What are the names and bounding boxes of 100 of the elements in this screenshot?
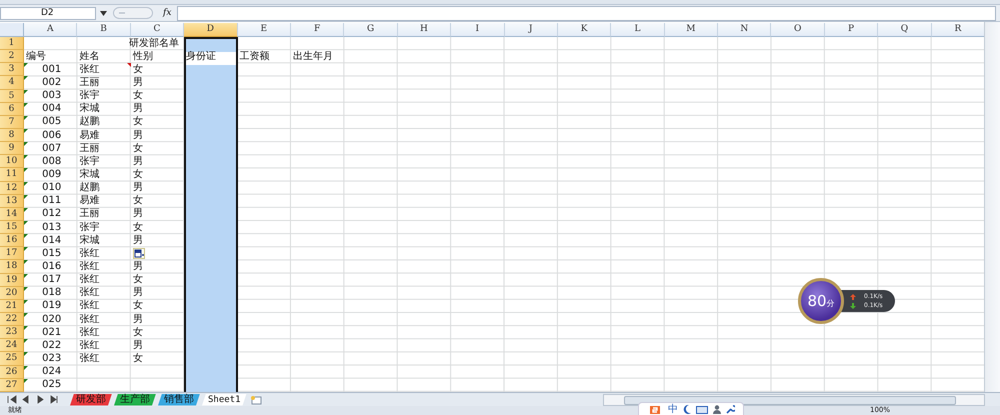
table-cell: 012 xyxy=(42,208,62,220)
formula-input[interactable] xyxy=(177,6,996,20)
column-header[interactable]: K xyxy=(558,23,612,37)
column-header[interactable]: L xyxy=(611,23,665,37)
column-header[interactable]: O xyxy=(771,23,825,37)
table-cell: 赵鹏 xyxy=(79,116,100,128)
table-cell: 009 xyxy=(42,168,62,181)
table-cell: 男 xyxy=(132,103,143,116)
row-header[interactable]: 11 xyxy=(0,168,24,182)
row-header[interactable]: 16 xyxy=(0,234,24,248)
row-header[interactable]: 3 xyxy=(0,63,24,76)
column-header[interactable]: F xyxy=(290,23,344,37)
table-cell: 025 xyxy=(42,379,62,392)
table-cell: 张红 xyxy=(79,326,100,339)
table-cell: 女 xyxy=(132,195,143,208)
function-label[interactable]: fx xyxy=(163,8,172,18)
table-cell: 女 xyxy=(132,300,143,312)
sheet-tab[interactable]: 生产部 xyxy=(114,394,156,406)
table-cell: 024 xyxy=(42,366,62,378)
table-cell: 编号 xyxy=(26,50,46,63)
column-header[interactable]: B xyxy=(77,23,131,37)
row-header[interactable]: 20 xyxy=(0,286,24,300)
column-header[interactable]: G xyxy=(344,23,398,37)
table-cell: 女 xyxy=(132,90,143,102)
column-header[interactable]: J xyxy=(504,23,558,37)
row-header[interactable]: 7 xyxy=(0,116,24,129)
row-header[interactable]: 19 xyxy=(0,274,24,287)
moon-icon[interactable] xyxy=(683,405,691,414)
row-header[interactable]: 27 xyxy=(0,378,24,392)
column-header[interactable]: I xyxy=(451,23,505,37)
column-header[interactable]: Q xyxy=(878,23,932,37)
table-cell: 男 xyxy=(132,314,143,326)
table-cell: 男 xyxy=(132,76,143,89)
column-header[interactable]: N xyxy=(718,23,772,37)
row-header[interactable]: 13 xyxy=(0,194,24,208)
sheet-tab[interactable]: 研发部 xyxy=(70,394,112,406)
row-header[interactable]: 12 xyxy=(0,182,24,195)
column-header[interactable]: D xyxy=(184,23,238,37)
horizontal-scrollbar[interactable] xyxy=(603,394,985,406)
row-header[interactable]: 15 xyxy=(0,220,24,234)
table-cell: 王丽 xyxy=(79,142,100,155)
column-header[interactable]: A xyxy=(24,23,78,37)
table-cell: 014 xyxy=(42,234,62,247)
row-header[interactable]: 23 xyxy=(0,326,24,340)
table-cell: 002 xyxy=(42,76,62,89)
download-arrow-icon xyxy=(850,302,856,308)
table-cell: 女 xyxy=(132,168,143,181)
new-sheet-icon[interactable] xyxy=(248,394,263,404)
row-header[interactable]: 17 xyxy=(0,247,24,260)
row-header[interactable]: 1 xyxy=(0,37,24,50)
upload-arrow-icon xyxy=(850,294,856,300)
table-cell: 017 xyxy=(42,274,62,286)
row-header[interactable]: 21 xyxy=(0,300,24,313)
row-header[interactable]: 25 xyxy=(0,352,24,366)
sheet-tab[interactable]: 销售部 xyxy=(158,394,200,406)
row-header[interactable]: 18 xyxy=(0,260,24,274)
table-cell: 016 xyxy=(42,260,62,273)
table-cell: 018 xyxy=(42,287,62,300)
row-header[interactable]: 6 xyxy=(0,102,24,116)
ime-mode[interactable]: 中 xyxy=(668,404,678,415)
table-cell: 男 xyxy=(132,234,143,247)
table-cell: 011 xyxy=(42,195,62,208)
row-header[interactable]: 14 xyxy=(0,208,24,221)
table-cell: 王丽 xyxy=(79,76,100,89)
row-header[interactable]: 10 xyxy=(0,155,24,168)
table-cell: 男 xyxy=(132,182,143,194)
table-cell: 张宇 xyxy=(79,90,100,102)
ime-toolbar[interactable]: 中 xyxy=(638,402,744,415)
column-header[interactable]: P xyxy=(824,23,878,37)
table-cell: 张红 xyxy=(79,300,100,312)
row-header[interactable]: 22 xyxy=(0,312,24,326)
table-cell: 易难 xyxy=(79,195,100,208)
table-cell: 004 xyxy=(42,103,62,116)
vertical-scrollbar[interactable] xyxy=(984,22,1000,392)
row-header[interactable]: 26 xyxy=(0,366,24,379)
name-box[interactable]: D2 xyxy=(0,6,96,20)
row-header[interactable]: 5 xyxy=(0,90,24,103)
row-header[interactable]: 24 xyxy=(0,339,24,352)
column-header[interactable]: R xyxy=(932,23,985,37)
sheet-tab[interactable]: Sheet1 xyxy=(202,394,247,406)
row-header[interactable]: 8 xyxy=(0,128,24,142)
column-header[interactable]: M xyxy=(664,23,718,37)
row-header[interactable]: 9 xyxy=(0,142,24,156)
row-header[interactable]: 4 xyxy=(0,76,24,90)
table-cell: 王丽 xyxy=(79,208,100,220)
wrench-icon[interactable] xyxy=(726,405,735,414)
row-header[interactable]: 2 xyxy=(0,50,24,64)
table-cell: 女 xyxy=(132,142,143,155)
table-cell: 张红 xyxy=(79,314,100,326)
column-header[interactable]: E xyxy=(238,23,291,37)
column-header[interactable]: C xyxy=(130,23,184,37)
person-icon[interactable] xyxy=(713,405,721,414)
paste-options-icon[interactable] xyxy=(132,248,145,260)
column-header[interactable]: H xyxy=(398,23,452,37)
dropdown-caret-icon[interactable] xyxy=(100,10,107,16)
scrollbar-thumb[interactable] xyxy=(624,396,956,404)
table-cell: 021 xyxy=(42,326,62,339)
table-cell: 张红 xyxy=(79,340,100,352)
table-cell: 023 xyxy=(42,352,62,365)
keyboard-icon[interactable] xyxy=(696,406,708,414)
